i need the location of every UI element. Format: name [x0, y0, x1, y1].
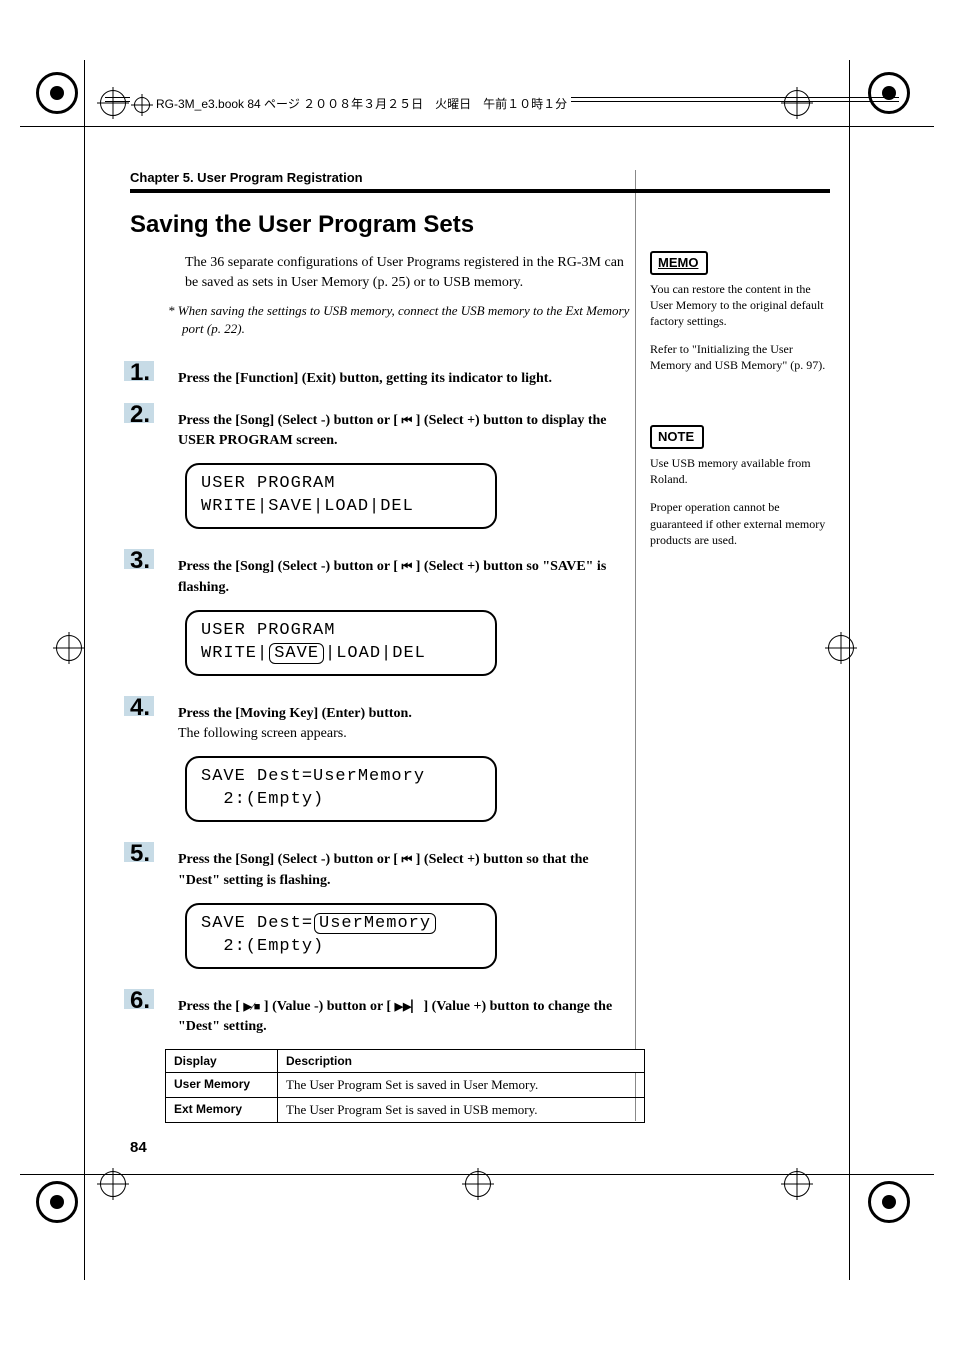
- table-cell: Ext Memory: [166, 1098, 278, 1123]
- chapter-title: Chapter 5. User Program Registration: [130, 170, 830, 185]
- step-4: 4 Press the [Moving Key] (Enter) button.…: [130, 694, 630, 745]
- step-4-text: Press the [Moving Key] (Enter) button.: [178, 706, 412, 721]
- chapter-rule: [130, 189, 830, 193]
- table-cell: The User Program Set is saved in USB mem…: [278, 1098, 645, 1123]
- intro-paragraph: The 36 separate configurations of User P…: [185, 253, 630, 292]
- dest-table: Display Description User Memory The User…: [165, 1049, 645, 1123]
- section-title: Saving the User Program Sets: [130, 211, 630, 239]
- play-stop-icon: [243, 999, 260, 1014]
- main-column: Saving the User Program Sets The 36 sepa…: [130, 211, 630, 1123]
- crop-line: [20, 1174, 934, 1175]
- lcd-display: SAVE Dest=UserMemory 2:(Empty): [185, 903, 497, 969]
- step-2: 2 Press the [Song] (Select -) button or …: [130, 401, 630, 452]
- step-5: 5 Press the [Song] (Select -) button or …: [130, 840, 630, 891]
- memo-text: You can restore the content in the User …: [650, 281, 830, 330]
- step-1-text: Press the [Function] (Exit) button, gett…: [178, 371, 552, 386]
- step-4-subtext: The following screen appears.: [178, 726, 347, 741]
- step-number: 1: [130, 359, 150, 387]
- rewind-icon: [401, 852, 412, 867]
- step-2-text: Press the [Song] (Select -) button or [ …: [178, 413, 607, 448]
- step-3: 3 Press the [Song] (Select -) button or …: [130, 547, 630, 598]
- step-number: 6: [130, 987, 150, 1015]
- lcd-display: USER PROGRAM WRITE|SAVE|LOAD|DEL: [185, 610, 497, 676]
- corner-mark-tl: [36, 72, 86, 122]
- step-number: 4: [130, 694, 150, 722]
- crop-line: [20, 126, 934, 127]
- step-number: 3: [130, 547, 150, 575]
- page-number: 84: [130, 1139, 147, 1156]
- step-6-text: Press the [ ] (Value -) button or [ ] (V…: [178, 999, 612, 1034]
- table-header-display: Display: [166, 1050, 278, 1073]
- note-text: Use USB memory available from Roland.: [650, 455, 830, 487]
- table-cell: User Memory: [166, 1073, 278, 1098]
- table-row: Ext Memory The User Program Set is saved…: [166, 1098, 645, 1123]
- step-6: 6 Press the [ ] (Value -) button or [ ] …: [130, 987, 630, 1038]
- reg-target-br: [784, 1171, 834, 1221]
- lcd-display: SAVE Dest=UserMemory 2:(Empty): [185, 756, 497, 822]
- table-cell: The User Program Set is saved in User Me…: [278, 1073, 645, 1098]
- table-header-row: Display Description: [166, 1050, 645, 1073]
- memo-badge: MEMO: [650, 251, 708, 275]
- lcd-display: USER PROGRAM WRITE|SAVE|LOAD|DEL: [185, 463, 497, 529]
- corner-mark-bl: [36, 1181, 86, 1231]
- table-header-description: Description: [278, 1050, 645, 1073]
- reg-target-left: [56, 635, 106, 685]
- step-number: 2: [130, 401, 150, 429]
- step-3-text: Press the [Song] (Select -) button or [ …: [178, 559, 606, 594]
- step-number: 5: [130, 840, 150, 868]
- rewind-icon: [401, 413, 412, 428]
- crop-line: [849, 60, 850, 1280]
- table-row: User Memory The User Program Set is save…: [166, 1073, 645, 1098]
- note-badge: NOTE: [650, 425, 704, 449]
- footnote: * When saving the settings to USB memory…: [168, 302, 630, 338]
- reg-target-right: [828, 635, 878, 685]
- memo-text: Refer to "Initializing the User Memory a…: [650, 341, 830, 373]
- step-5-text: Press the [Song] (Select -) button or [ …: [178, 852, 589, 887]
- sidebar-column: MEMO You can restore the content in the …: [650, 211, 830, 560]
- note-text: Proper operation cannot be guaranteed if…: [650, 499, 830, 548]
- book-header-text: RG-3M_e3.book 84 ページ ２００８年３月２５日 火曜日 午前１０…: [130, 95, 571, 113]
- corner-mark-br: [868, 1181, 918, 1231]
- reg-target-bl: [100, 1171, 150, 1221]
- fast-forward-icon: [395, 999, 420, 1014]
- crop-line: [84, 60, 85, 1280]
- reg-target-bc: [465, 1171, 515, 1221]
- rewind-icon: [401, 559, 412, 574]
- step-1: 1 Press the [Function] (Exit) button, ge…: [130, 359, 630, 389]
